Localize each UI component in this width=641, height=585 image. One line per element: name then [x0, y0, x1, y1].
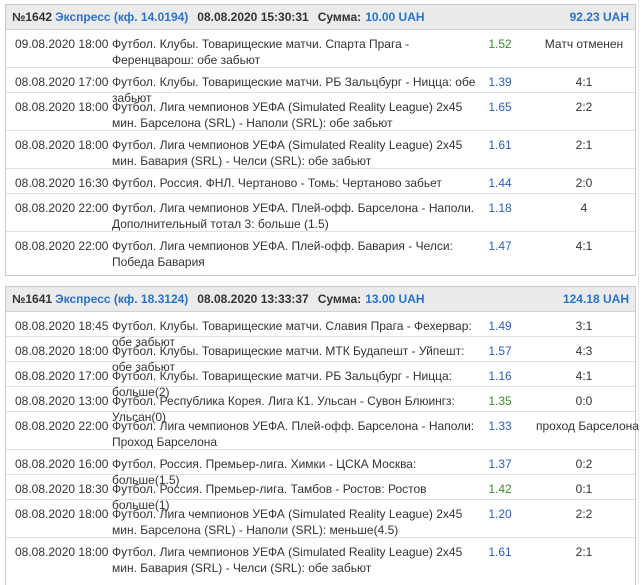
- bet-odds: 1.61: [488, 138, 512, 152]
- bet-odds: 1.49: [488, 319, 512, 333]
- coupon-datetime: 08.08.2020 13:33:37: [197, 292, 309, 306]
- bet-row: 08.08.2020 16:30 Футбол. Россия. ФНЛ. Че…: [6, 169, 635, 194]
- scroll-edge: [638, 0, 639, 584]
- bet-result: 2:0: [575, 176, 593, 190]
- bet-row: 08.08.2020 18:30 Футбол. Россия. Премьер…: [6, 475, 635, 512]
- bet-row: 08.08.2020 22:00 Футбол. Лига чемпионов …: [6, 194, 635, 232]
- bet-row: 08.08.2020 22:00 Футбол. Лига чемпионов …: [6, 232, 635, 269]
- bet-result: 4:1: [575, 369, 593, 383]
- bet-odds: 1.16: [488, 369, 512, 383]
- bet-row: 08.08.2020 18:00 Футбол. Лига чемпионов …: [6, 93, 635, 131]
- bet-row: 08.08.2020 18:00 Футбол. Лига чемпионов …: [6, 131, 635, 169]
- coupon-number: №1641: [12, 292, 53, 306]
- bet-date: 08.08.2020 18:30: [15, 482, 109, 496]
- bet-odds: 1.18: [488, 201, 512, 215]
- bet-result: Матч отменен: [544, 37, 624, 51]
- bet-date: 08.08.2020 17:00: [15, 369, 109, 383]
- coupon-win-amount: 92.23 UAH: [569, 10, 629, 24]
- bet-odds: 1.33: [488, 419, 512, 433]
- bet-date: 08.08.2020 18:00: [15, 344, 109, 358]
- bet-event: Футбол. Лига чемпионов УЕФА. Плей-офф. Б…: [112, 239, 453, 269]
- bet-event: Футбол. Россия. ФНЛ. Чертаново - Томь: Ч…: [112, 176, 442, 190]
- bet-result: 0:1: [575, 482, 593, 496]
- bet-date: 08.08.2020 16:00: [15, 457, 109, 471]
- bet-date: 08.08.2020 18:45: [15, 319, 109, 333]
- bet-result: 3:1: [575, 319, 593, 333]
- bet-odds: 1.20: [488, 507, 512, 521]
- coupon-card: №1642 Экспресс (кф. 14.0194) 08.08.2020 …: [5, 4, 636, 276]
- bet-odds: 1.65: [488, 100, 512, 114]
- bet-date: 08.08.2020 17:00: [15, 75, 109, 89]
- bet-result: 4:1: [575, 239, 593, 253]
- coupon-datetime: 08.08.2020 15:30:31: [197, 10, 309, 24]
- bet-row: 08.08.2020 18:45 Футбол. Клубы. Товарище…: [6, 312, 635, 349]
- coupon-header[interactable]: №1641 Экспресс (кф. 18.3124) 08.08.2020 …: [6, 287, 635, 312]
- coupon-sum-value: 10.00 UAH: [365, 10, 425, 24]
- bet-event: Футбол. Лига чемпионов УЕФА (Simulated R…: [112, 507, 463, 537]
- bet-result: 2:1: [575, 545, 593, 559]
- coupon-sum-value: 13.00 UAH: [365, 292, 425, 306]
- bet-result: 2:2: [575, 100, 593, 114]
- bet-odds: 1.52: [488, 37, 512, 51]
- coupon-win-amount: 124.18 UAH: [562, 292, 629, 306]
- bet-odds: 1.37: [488, 457, 512, 471]
- coupon-sum-label: Сумма:: [317, 10, 362, 24]
- bet-row: 08.08.2020 13:00 Футбол. Республика Коре…: [6, 387, 635, 424]
- bet-odds: 1.61: [488, 545, 512, 559]
- bet-result: 4:3: [575, 344, 593, 358]
- bet-odds: 1.44: [488, 176, 512, 190]
- coupon-card: №1641 Экспресс (кф. 18.3124) 08.08.2020 …: [5, 286, 639, 585]
- bet-row: 08.08.2020 18:00 Футбол. Лига чемпионов …: [6, 500, 635, 538]
- bet-date: 08.08.2020 16:30: [15, 176, 109, 190]
- bet-result: 2:1: [575, 138, 593, 152]
- bet-result: проход Барселона: [536, 419, 639, 433]
- bet-odds: 1.42: [488, 482, 512, 496]
- bet-row: 08.08.2020 22:00 Футбол. Лига чемпионов …: [6, 412, 639, 450]
- bet-odds: 1.47: [488, 239, 512, 253]
- bet-row: 08.08.2020 18:00 Футбол. Лига чемпионов …: [6, 538, 635, 575]
- bet-row: 08.08.2020 17:00 Футбол. Клубы. Товарище…: [6, 68, 635, 105]
- bet-date: 08.08.2020 18:00: [15, 507, 109, 521]
- bet-event: Футбол. Лига чемпионов УЕФА (Simulated R…: [112, 100, 463, 130]
- coupon-sum-label: Сумма:: [317, 292, 362, 306]
- bet-date: 08.08.2020 18:00: [15, 545, 109, 559]
- bet-odds: 1.35: [488, 394, 512, 408]
- bet-result: 0:2: [575, 457, 593, 471]
- bet-event: Футбол. Лига чемпионов УЕФА. Плей-офф. Б…: [112, 419, 475, 449]
- bet-date: 08.08.2020 22:00: [15, 201, 109, 215]
- bet-date: 08.08.2020 22:00: [15, 239, 109, 253]
- bet-row: 08.08.2020 18:00 Футбол. Клубы. Товарище…: [6, 337, 635, 374]
- bet-odds: 1.57: [488, 344, 512, 358]
- bet-date: 08.08.2020 22:00: [15, 419, 109, 433]
- bet-date: 08.08.2020 18:00: [15, 100, 109, 114]
- bet-result: 0:0: [575, 394, 593, 408]
- bet-event: Футбол. Клубы. Товарищеские матчи. Спарт…: [112, 37, 410, 67]
- bet-event: Футбол. Лига чемпионов УЕФА. Плей-офф. Б…: [112, 201, 475, 231]
- bet-date: 08.08.2020 18:00: [15, 138, 109, 152]
- bet-row: 09.08.2020 18:00 Футбол. Клубы. Товарище…: [6, 30, 635, 68]
- bet-row: 08.08.2020 16:00 Футбол. Россия. Премьер…: [6, 450, 635, 487]
- bet-row: 08.08.2020 17:00 Футбол. Клубы. Товарище…: [6, 362, 635, 399]
- bet-result: 4: [580, 201, 588, 215]
- bet-date: 08.08.2020 13:00: [15, 394, 109, 408]
- coupon-type-link[interactable]: Экспресс (кф. 18.3124): [55, 292, 188, 306]
- bet-result: 4:1: [575, 75, 593, 89]
- bet-event: Футбол. Лига чемпионов УЕФА (Simulated R…: [112, 545, 463, 575]
- coupon-number: №1642: [12, 10, 53, 24]
- coupon-type-link[interactable]: Экспресс (кф. 14.0194): [55, 10, 188, 24]
- bet-date: 09.08.2020 18:00: [15, 37, 109, 51]
- bet-event: Футбол. Лига чемпионов УЕФА (Simulated R…: [112, 138, 463, 168]
- bet-odds: 1.39: [488, 75, 512, 89]
- coupon-header[interactable]: №1642 Экспресс (кф. 14.0194) 08.08.2020 …: [6, 5, 635, 30]
- bet-result: 2:2: [575, 507, 593, 521]
